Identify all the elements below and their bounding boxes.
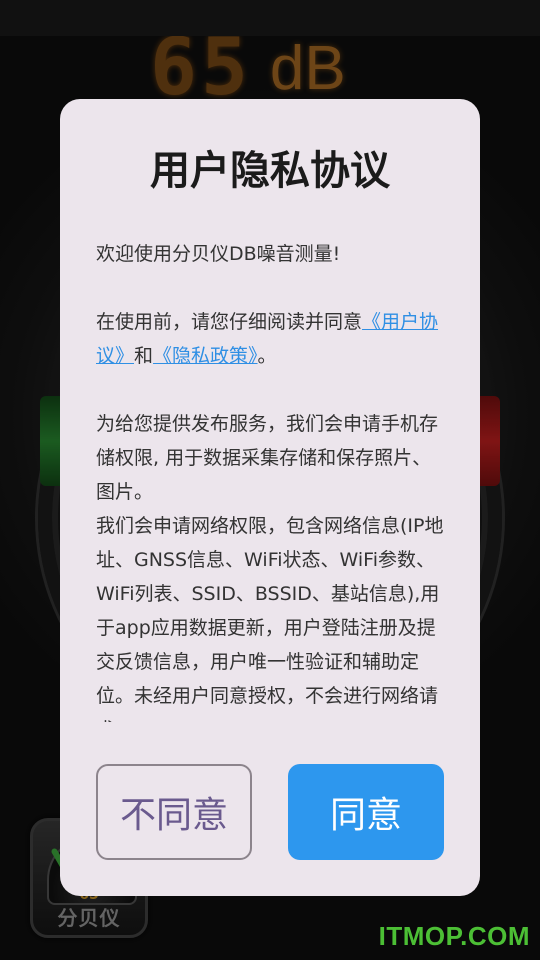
storage-permission-text: 为给您提供发布服务，我们会申请手机存储权限, 用于数据采集存储和保存照片、图片。 [96,413,439,503]
intro-and-text: 和 [134,345,154,367]
disagree-button[interactable]: 不同意 [96,764,252,860]
network-permission-text: 我们会申请网络权限，包含网络信息(IP地址、GNSS信息、WiFi状态、WiFi… [96,515,444,722]
privacy-agreement-dialog: 用户隐私协议 欢迎使用分贝仪DB噪音测量! 在使用前，请您仔细阅读并同意《用户协… [60,99,480,896]
welcome-text: 欢迎使用分贝仪DB噪音测量! [96,243,341,265]
intro-paragraph: 在使用前，请您仔细阅读并同意《用户协议》和《隐私政策》。 [96,305,446,373]
agree-button[interactable]: 同意 [288,764,444,860]
dialog-title: 用户隐私协议 [150,148,390,194]
intro-text: 在使用前，请您仔细阅读并同意 [96,311,363,333]
privacy-policy-link[interactable]: 《隐私政策》 [153,345,258,367]
intro-end-text: 。 [257,345,277,367]
dialog-body[interactable]: 欢迎使用分贝仪DB噪音测量! 在使用前，请您仔细阅读并同意《用户协议》和《隐私政… [96,237,446,722]
watermark: ITMOP.COM [378,921,530,951]
